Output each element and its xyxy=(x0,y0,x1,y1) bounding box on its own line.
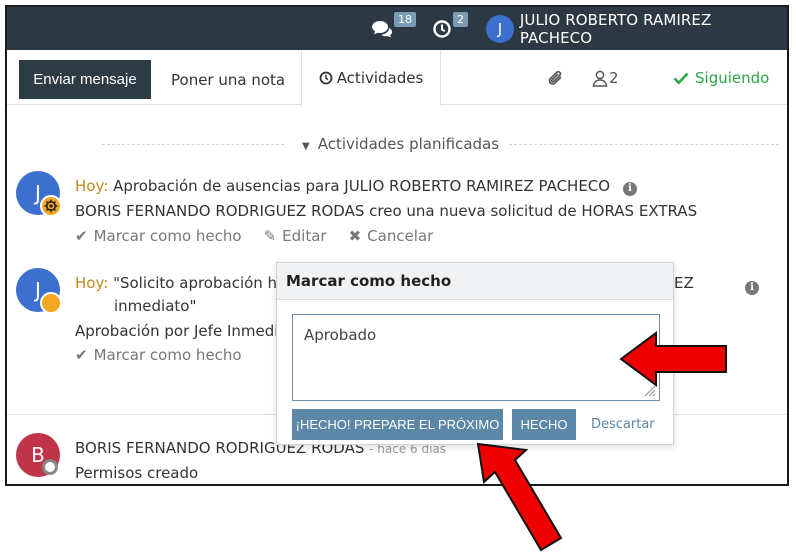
top-navbar: 18 2 J JULIO ROBERTO RAMIREZ PACHECO xyxy=(7,7,787,50)
send-message-button[interactable]: Enviar mensaje xyxy=(19,60,151,99)
feedback-textarea[interactable]: Aprobado xyxy=(292,314,660,401)
activity-summary-tail: EZ xyxy=(674,274,694,292)
edit-link[interactable]: ✎ Editar xyxy=(264,227,327,245)
check-icon: ✔ xyxy=(75,227,88,245)
activity-summary-line2: inmediato" xyxy=(114,297,197,315)
chat-icon xyxy=(372,20,392,37)
caret-down-icon: ▼ xyxy=(302,141,310,152)
mark-done-link[interactable]: ✔ Marcar como hecho xyxy=(75,227,242,245)
planned-activities-text: Actividades planificadas xyxy=(317,135,500,153)
activity-assignee: para JULIO ROBERTO RAMIREZ PACHECO xyxy=(305,177,611,195)
offline-status-icon xyxy=(42,459,58,475)
planned-activities-label[interactable]: ▼ Actividades planificadas xyxy=(302,135,499,153)
activity-summary: "Solicito aprobación h xyxy=(113,274,278,292)
chatter-frame: 18 2 J JULIO ROBERTO RAMIREZ PACHECO Env… xyxy=(5,5,789,486)
clock-icon xyxy=(319,71,333,85)
mark-done-label: Marcar como hecho xyxy=(93,227,242,245)
activity-title-line: Hoy: Aprobación de ausencias para JULIO … xyxy=(75,177,637,196)
user-menu[interactable]: J JULIO ROBERTO RAMIREZ PACHECO xyxy=(486,7,787,50)
activity-note: Aprobación por Jefe Inmedi xyxy=(75,322,279,340)
activities-count-badge: 2 xyxy=(453,12,468,27)
mark-done-link[interactable]: ✔ Marcar como hecho xyxy=(75,346,242,364)
pencil-icon: ✎ xyxy=(263,227,277,245)
activities-menu[interactable]: 2 xyxy=(432,7,468,50)
messages-menu[interactable]: 18 xyxy=(371,7,416,50)
activities-tab-label: Actividades xyxy=(336,69,424,87)
message-body: Permisos creado xyxy=(75,464,199,482)
popover-title: Marcar como hecho xyxy=(277,263,673,300)
messages-count-badge: 18 xyxy=(394,12,416,27)
log-note-button[interactable]: Poner una nota xyxy=(171,60,285,99)
close-icon: ✖ xyxy=(348,227,362,245)
activity-type-gear-icon xyxy=(40,195,62,217)
activity-note: BORIS FERNANDO RODRIGUEZ RODAS creo una … xyxy=(75,202,698,220)
annotation-arrow-left xyxy=(619,331,727,387)
check-icon: ✔ xyxy=(75,346,88,364)
user-icon xyxy=(592,70,608,87)
annotation-arrow-up xyxy=(476,442,563,552)
edit-label: Editar xyxy=(282,227,327,245)
attachments-button[interactable] xyxy=(546,50,566,106)
activity-actions: ✔ Marcar como hecho ✎ Editar ✖ Cancelar xyxy=(75,227,433,245)
activity-summary: Aprobación de ausencias xyxy=(113,177,301,195)
info-icon[interactable]: i xyxy=(622,181,637,196)
following-label: Siguiendo xyxy=(695,69,770,87)
done-button[interactable]: HECHO xyxy=(512,409,576,440)
activity-title-line: Hoy: "Solicito aprobación h xyxy=(75,274,277,292)
activity-status-dot xyxy=(40,292,62,314)
user-avatar: J xyxy=(486,14,514,43)
following-button[interactable]: Siguiendo xyxy=(673,50,769,106)
followers-button[interactable]: 2 xyxy=(592,50,619,106)
info-icon[interactable]: i xyxy=(745,280,759,295)
mark-done-popover: Marcar como hecho Aprobado ¡HECHO! PREPA… xyxy=(276,262,674,445)
activities-tab[interactable]: Actividades xyxy=(301,50,441,106)
check-icon xyxy=(673,72,689,85)
discard-button[interactable]: Descartar xyxy=(591,409,655,440)
mark-done-label: Marcar como hecho xyxy=(93,346,242,364)
followers-count: 2 xyxy=(609,69,619,87)
cancel-label: Cancelar xyxy=(367,227,434,245)
cancel-link[interactable]: ✖ Cancelar xyxy=(349,227,434,245)
paperclip-icon xyxy=(548,70,562,85)
done-schedule-next-button[interactable]: ¡HECHO! PREPARE EL PRÓXIMO xyxy=(292,409,503,440)
chatter-toolbar: Enviar mensaje Poner una nota Actividade… xyxy=(7,50,787,106)
activity-info[interactable]: i xyxy=(745,276,759,295)
user-name: JULIO ROBERTO RAMIREZ PACHECO xyxy=(519,10,712,47)
separator-line-left xyxy=(102,144,284,145)
activity-actions: ✔ Marcar como hecho xyxy=(75,346,242,364)
activity-due-label: Hoy: xyxy=(75,177,109,195)
separator-line-right xyxy=(509,144,779,145)
activity-due-label: Hoy: xyxy=(75,274,109,292)
clock-icon xyxy=(433,19,451,38)
planned-activities-separator[interactable]: ▼ Actividades planificadas xyxy=(7,133,787,157)
